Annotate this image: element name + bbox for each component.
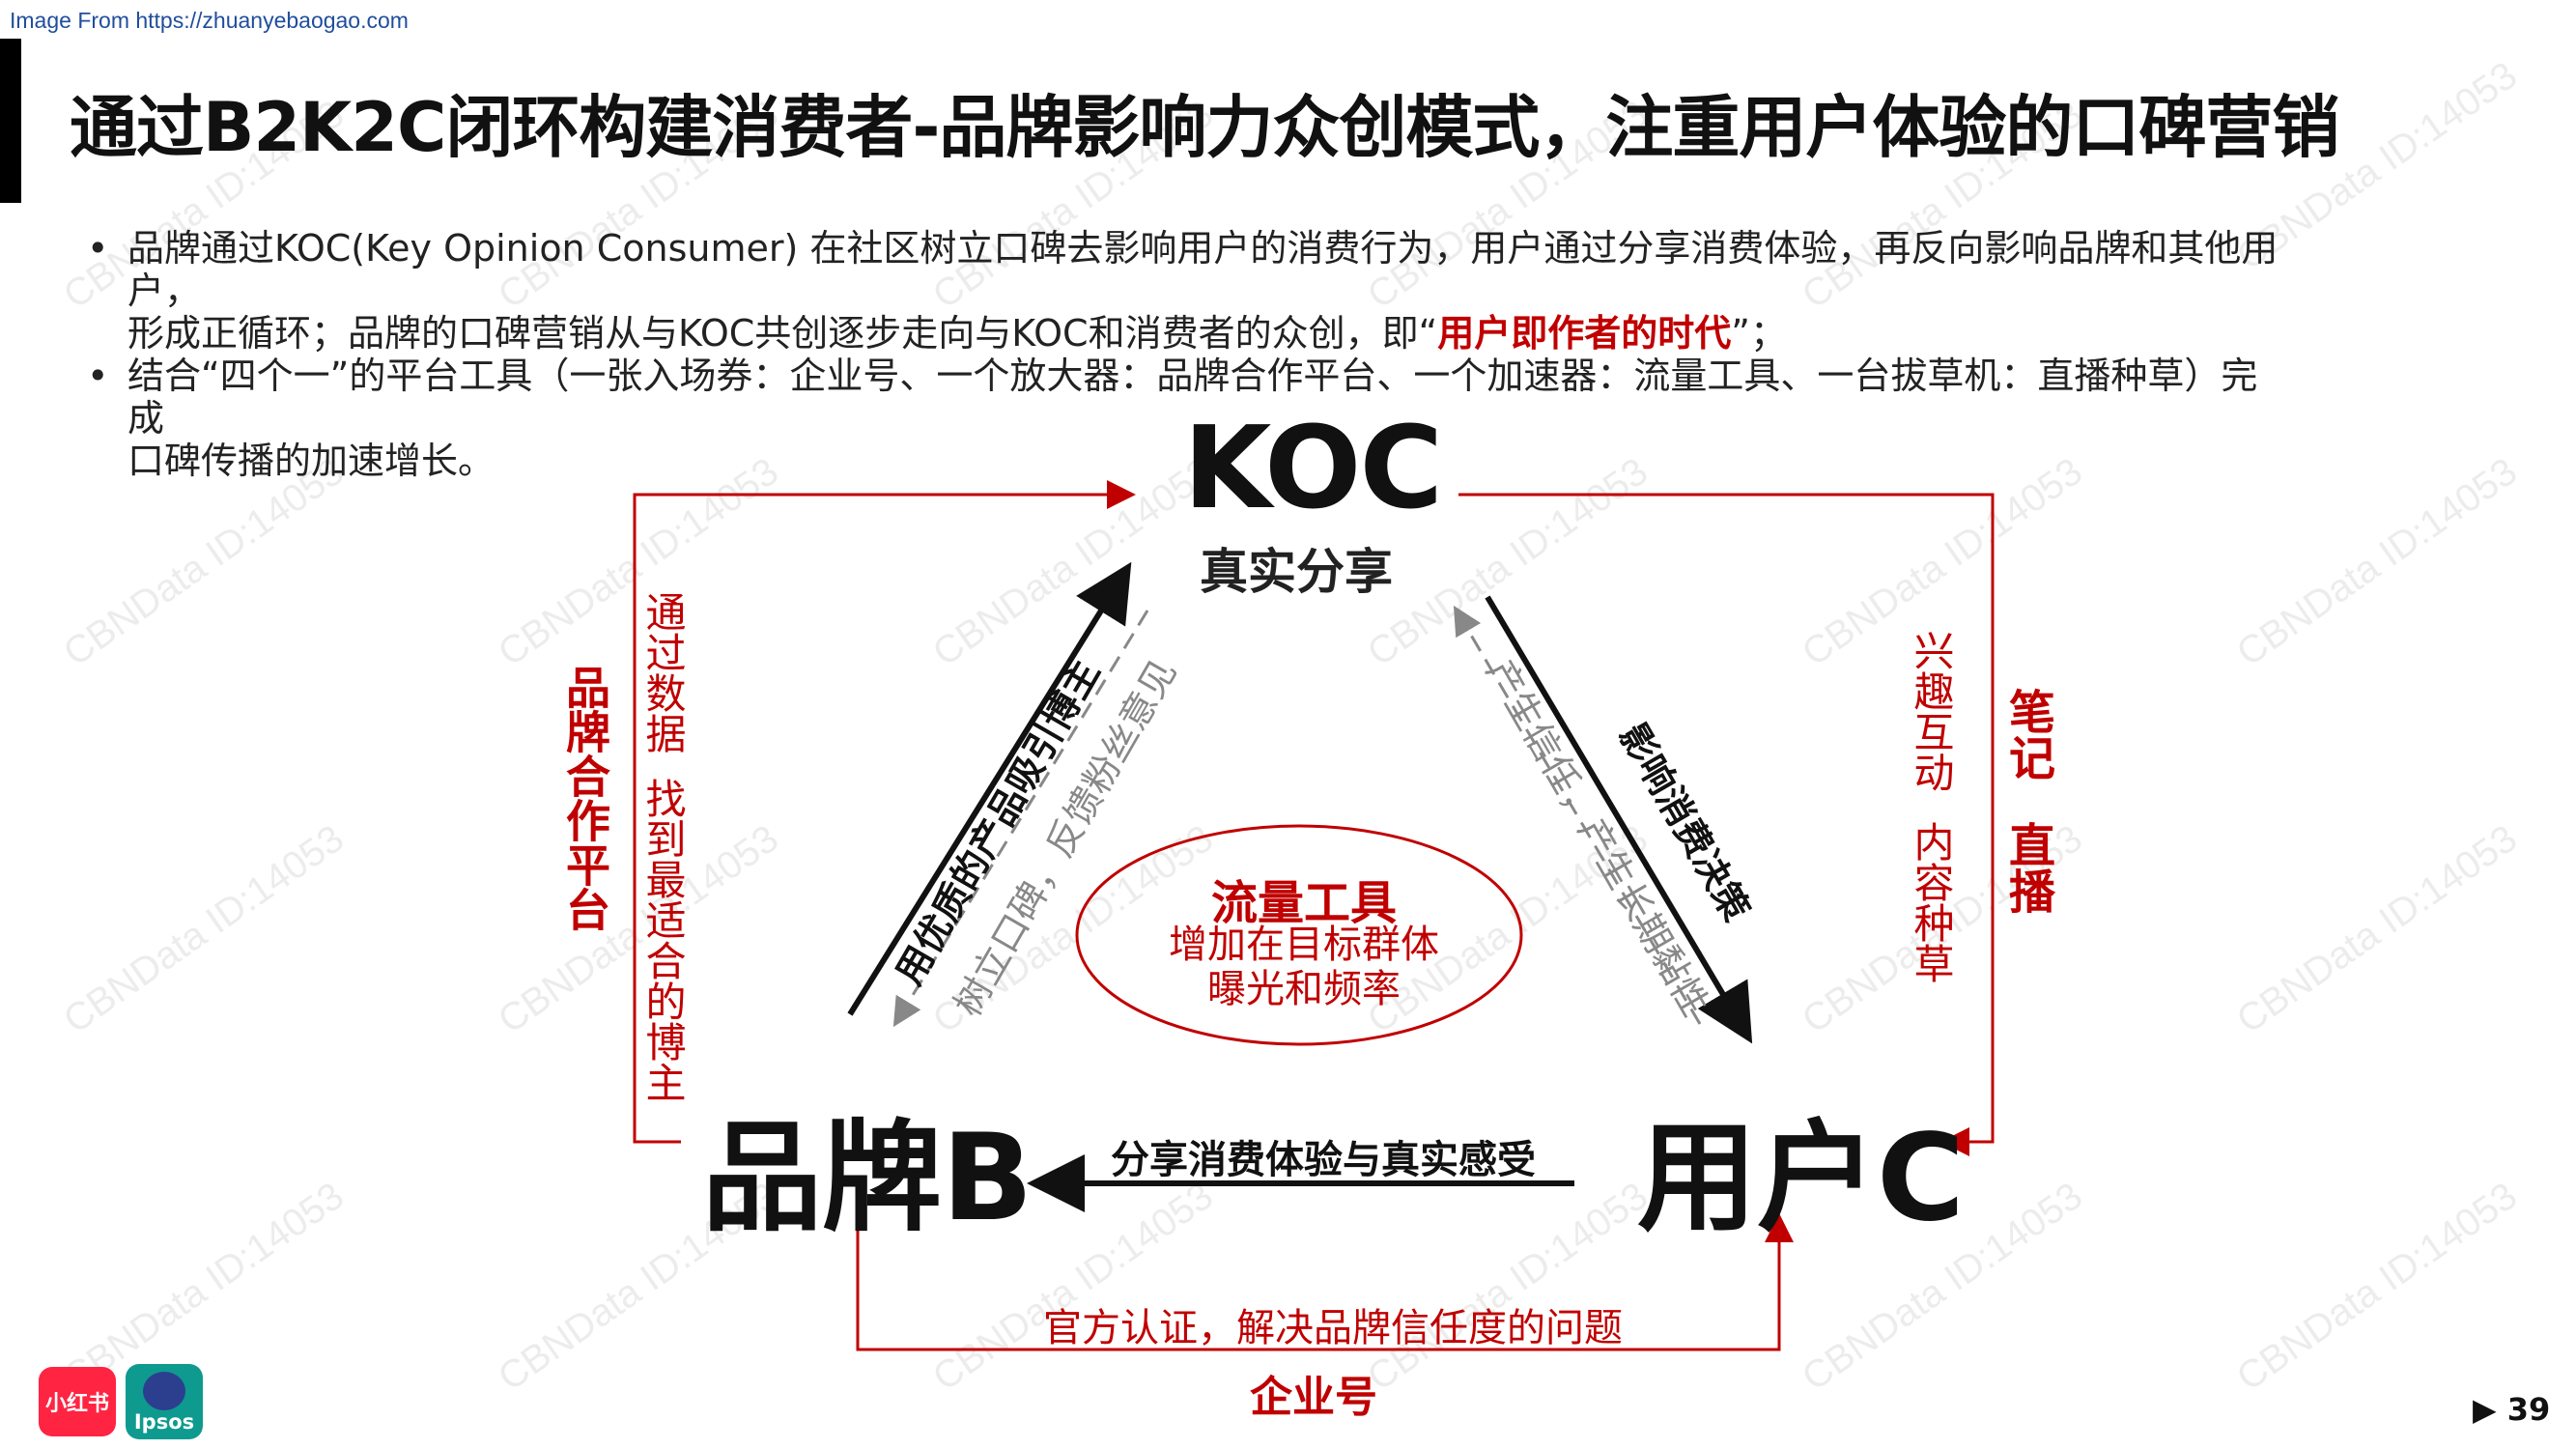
flow-tool-desc-line: 增加在目标群体 [1169, 923, 1439, 967]
node-user: 用户C [1637, 1109, 1966, 1248]
koc-subtitle: 真实分享 [1200, 544, 1393, 600]
label-official-cert: 官方认证，解决品牌信任度的问题 [1043, 1306, 1623, 1350]
label-find-best-blogger: 找到最适合的博主 [639, 778, 687, 1102]
label-via-data: 通过数据 [639, 591, 687, 753]
flow-tool-desc: 增加在目标群体 曝光和频率 [1072, 923, 1536, 1011]
b2k2c-diagram [633, 480, 1995, 1351]
node-koc: KOC [1183, 401, 1443, 534]
label-notes: 笔记 [2000, 688, 2054, 781]
ipsos-logo: Ipsos [126, 1364, 203, 1439]
ipsos-logo-mark [143, 1372, 185, 1410]
node-brand: 品牌B [702, 1109, 1033, 1248]
label-user-to-brand: 分享消费体验与真实感受 [1111, 1138, 1536, 1182]
label-live: 直播 [2000, 821, 2054, 914]
label-content-seeding: 内容种草 [1908, 821, 1955, 983]
label-enterprise-account: 企业号 [1250, 1373, 1377, 1422]
flow-tool-desc-line: 曝光和频率 [1207, 967, 1401, 1011]
page-number: ▶ 39 [2473, 1391, 2551, 1428]
label-brand-partner-platform: 品牌合作平台 [559, 665, 611, 931]
label-interest-interaction: 兴趣互动 [1908, 630, 1955, 792]
ipsos-logo-text: Ipsos [133, 1410, 195, 1434]
xiaohongshu-logo: 小红书 [39, 1367, 116, 1436]
